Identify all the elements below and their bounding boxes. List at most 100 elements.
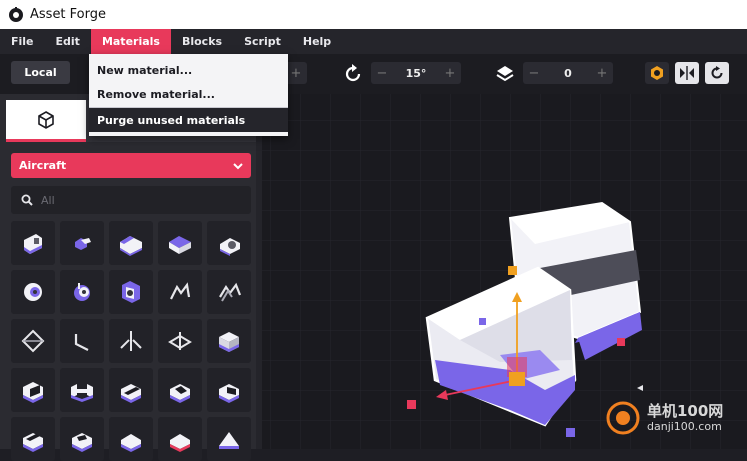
block-tile[interactable] [60, 368, 104, 412]
block-thumbnail-icon [120, 236, 142, 256]
pivot-icon [651, 66, 663, 80]
app-logo-icon [9, 6, 23, 22]
watermark-logo-icon [606, 401, 640, 435]
block-thumbnail-icon [219, 432, 239, 449]
block-thumbnail-icon [120, 331, 142, 351]
menu-edit[interactable]: Edit [45, 29, 91, 54]
block-tile[interactable] [109, 221, 153, 265]
block-tile[interactable] [109, 319, 153, 363]
block-tile[interactable] [158, 270, 202, 314]
block-thumbnail-icon [23, 382, 43, 403]
reset-icon [711, 66, 723, 79]
block-tile[interactable] [207, 319, 251, 363]
menu-file[interactable]: File [0, 29, 45, 54]
block-thumbnail-icon [121, 384, 141, 403]
block-thumbnail-icon [71, 384, 93, 402]
marker-icon [617, 338, 625, 346]
block-tile[interactable] [158, 319, 202, 363]
camera-pivot-button[interactable] [645, 62, 669, 84]
block-thumbnail-icon [72, 433, 92, 452]
rotate-snap-icon [345, 64, 361, 82]
viewport-scene [262, 94, 747, 449]
block-tile[interactable] [60, 221, 104, 265]
block-tile[interactable] [60, 270, 104, 314]
block-tile[interactable] [207, 417, 251, 461]
reset-button[interactable] [705, 62, 729, 84]
grid-increase-button[interactable]: + [285, 62, 307, 84]
marker-icon [407, 400, 416, 409]
layer-decrease-button[interactable]: − [523, 62, 545, 84]
block-thumbnail-icon [122, 281, 140, 303]
marker-icon [566, 428, 575, 437]
menu-item-purge-materials[interactable]: Purge unused materials [89, 108, 288, 132]
layer-stepper: − 0 + [523, 62, 613, 84]
tab-blocks[interactable] [6, 100, 86, 142]
3d-viewport[interactable] [262, 94, 747, 449]
block-thumbnail-icon [220, 238, 240, 256]
block-tile[interactable] [158, 417, 202, 461]
block-thumbnail-icon [219, 282, 242, 302]
block-tile[interactable] [11, 319, 55, 363]
rotation-increase-button[interactable]: + [439, 62, 461, 84]
block-tile[interactable] [207, 270, 251, 314]
category-dropdown[interactable]: Aircraft [11, 153, 251, 178]
layer-increase-button[interactable]: + [591, 62, 613, 84]
block-thumbnail-icon [219, 332, 239, 352]
block-tile[interactable] [109, 270, 153, 314]
block-thumbnail-icon [170, 434, 190, 452]
block-search [11, 186, 251, 214]
block-thumbnail-icon [170, 282, 191, 300]
watermark-url: danji100.com [647, 420, 722, 433]
block-thumbnail-icon [169, 236, 191, 254]
block-thumbnail-icon [21, 329, 45, 353]
block-grid [11, 221, 251, 461]
layer-value[interactable]: 0 [545, 67, 591, 80]
block-thumbnail-icon [168, 332, 192, 350]
search-input[interactable] [41, 193, 221, 207]
block-tile[interactable] [207, 221, 251, 265]
menu-blocks[interactable]: Blocks [171, 29, 233, 54]
block-tile[interactable] [60, 319, 104, 363]
rotation-value[interactable]: 15° [393, 67, 439, 80]
menu-item-new-material[interactable]: New material... [89, 58, 288, 82]
category-label: Aircraft [19, 159, 67, 172]
block-tile[interactable] [109, 368, 153, 412]
mirror-icon [680, 66, 694, 80]
materials-menu: New material... Remove material... Purge… [89, 54, 288, 136]
block-tile[interactable] [109, 417, 153, 461]
mirror-button[interactable] [675, 62, 699, 84]
block-thumbnail-icon [23, 433, 43, 452]
rotation-stepper: − 15° + [371, 62, 461, 84]
block-tile[interactable] [11, 270, 55, 314]
block-thumbnail-icon [170, 384, 190, 403]
menu-script[interactable]: Script [233, 29, 292, 54]
window-title: Asset Forge [30, 7, 107, 22]
block-thumbnail-icon [75, 238, 91, 250]
block-thumbnail-icon [121, 434, 141, 452]
menu-help[interactable]: Help [292, 29, 342, 54]
title-bar: Asset Forge [0, 0, 747, 29]
menu-materials[interactable]: Materials [90, 29, 171, 54]
local-space-button[interactable]: Local [11, 61, 70, 84]
block-thumbnail-icon [24, 283, 42, 301]
block-thumbnail-icon [74, 283, 90, 301]
rotation-decrease-button[interactable]: − [371, 62, 393, 84]
block-tile[interactable] [60, 417, 104, 461]
block-library-panel: Aircraft [0, 94, 262, 461]
menu-bar: File Edit Materials Blocks Script Help [0, 29, 747, 54]
block-tile[interactable] [11, 368, 55, 412]
block-thumbnail-icon [74, 334, 89, 351]
block-thumbnail-icon [24, 234, 42, 254]
search-icon [21, 194, 33, 206]
block-tile[interactable] [11, 221, 55, 265]
block-tile[interactable] [158, 368, 202, 412]
block-thumbnail-icon [219, 384, 239, 403]
menu-item-remove-material[interactable]: Remove material... [89, 82, 288, 106]
block-tile[interactable] [11, 417, 55, 461]
chevron-down-icon [233, 162, 243, 169]
cube-icon [38, 110, 54, 129]
block-tile[interactable] [207, 368, 251, 412]
block-tile[interactable] [158, 221, 202, 265]
watermark: 单机100网 danji100.com [605, 400, 723, 436]
watermark-title: 单机100网 [647, 402, 724, 420]
